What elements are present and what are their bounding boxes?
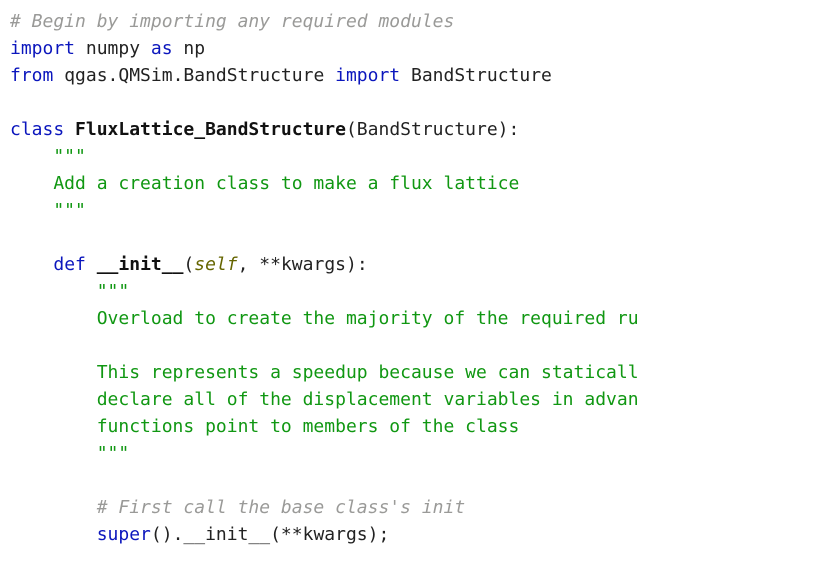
- docstring-line: Add a creation class to make a flux latt…: [10, 173, 519, 194]
- docstring-open: """: [10, 281, 129, 302]
- docstring-close: """: [10, 200, 86, 221]
- imported-name: BandStructure: [400, 65, 552, 86]
- space: [86, 254, 97, 275]
- method-name: __init__: [97, 254, 184, 275]
- paren-open: (: [183, 254, 194, 275]
- class-name: FluxLattice_BandStructure: [75, 119, 346, 140]
- keyword-import: import: [335, 65, 400, 86]
- keyword-as: as: [151, 38, 173, 59]
- docstring-line: This represents a speedup because we can…: [10, 362, 639, 383]
- keyword-import: import: [10, 38, 75, 59]
- keyword-class: class: [10, 119, 64, 140]
- module-path: qgas.QMSim.BandStructure: [53, 65, 335, 86]
- indent: [10, 254, 53, 275]
- comment-line: # First call the base class's init: [10, 497, 465, 518]
- docstring-line: Overload to create the majority of the r…: [10, 308, 639, 329]
- indent: [10, 524, 97, 545]
- params-rest: , **kwargs):: [238, 254, 368, 275]
- docstring-line: declare all of the displacement variable…: [10, 389, 639, 410]
- docstring-close: """: [10, 443, 129, 464]
- module-name: numpy: [75, 38, 151, 59]
- param-self: self: [194, 254, 237, 275]
- space: [64, 119, 75, 140]
- alias-name: np: [173, 38, 206, 59]
- docstring-line: functions point to members of the class: [10, 416, 519, 437]
- comment-line: # Begin by importing any required module…: [10, 11, 454, 32]
- call-rest: ().__init__(**kwargs);: [151, 524, 389, 545]
- code-block: # Begin by importing any required module…: [0, 0, 838, 556]
- class-args: (BandStructure):: [346, 119, 519, 140]
- builtin-super: super: [97, 524, 151, 545]
- keyword-from: from: [10, 65, 53, 86]
- keyword-def: def: [53, 254, 86, 275]
- docstring-open: """: [10, 146, 86, 167]
